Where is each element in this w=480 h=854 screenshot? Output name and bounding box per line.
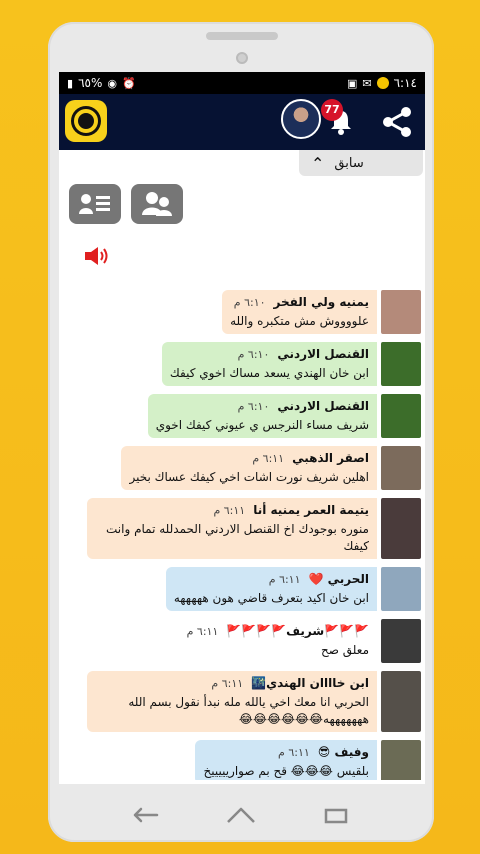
message-text: بلقيس 😂😂😂 قح بم صواريييييخ <box>203 764 369 778</box>
battery-icon: ▮ <box>67 76 74 90</box>
status-left: ▮ ٦٥% ◉ ⏰ <box>67 76 136 90</box>
message-bubble: القنصل الاردني ٦:١٠ م ابن خان الهندي يسعد … <box>161 342 377 386</box>
gallery-icon: ▣ <box>346 76 358 90</box>
message-time: ٦:١٠ م <box>237 348 270 361</box>
message-header: وفيف 😎 ٦:١١ م <box>203 744 369 761</box>
alarm-icon: ⏰ <box>121 76 136 90</box>
sender-name[interactable]: القنصل الاردني <box>277 398 369 415</box>
message-text: علووووش مش متكبره والله <box>230 314 369 328</box>
chevron-up-icon: ⌃ <box>311 153 325 173</box>
sender-name[interactable]: يتيمة العمر يمنيه أنا <box>253 502 369 519</box>
message-text: اهلين شريف نورت اشات اخي كيفك عساك بخير <box>129 470 369 484</box>
sender-name[interactable]: وفيف 😎 <box>318 744 369 761</box>
message-text: منوره بوجودك اخ القنصل الاردني الحمدلله … <box>106 522 369 553</box>
speaker-icon[interactable] <box>82 244 110 268</box>
sender-avatar[interactable] <box>381 342 421 386</box>
top-bar: 77 <box>59 94 425 150</box>
message-time: ٦:١٠ م <box>237 400 270 413</box>
sender-name[interactable]: يمنيه ولي الفخر <box>274 294 369 311</box>
app-logo-icon[interactable] <box>65 100 107 142</box>
group-button[interactable] <box>131 184 183 224</box>
message-bubble: يتيمة العمر يمنيه أنا ٦:١١ م منوره بوجودك … <box>87 498 377 559</box>
chat-message[interactable]: القنصل الاردني ٦:١٠ م شريف مساء النرجس ي ع… <box>147 394 421 438</box>
phone-frame: ▮ ٦٥% ◉ ⏰ ▣ ✉ ٦:١٤ 77 ⌃ سابق يمنيه ولي ا… <box>48 22 434 842</box>
sender-avatar[interactable] <box>381 671 421 732</box>
status-bar: ▮ ٦٥% ◉ ⏰ ▣ ✉ ٦:١٤ <box>59 72 425 94</box>
app-status-icon <box>376 77 389 89</box>
chat-message[interactable]: يتيمة العمر يمنيه أنا ٦:١١ م منوره بوجودك … <box>87 498 421 559</box>
sender-avatar[interactable] <box>381 619 421 663</box>
chat-message[interactable]: 🚩🚩🚩شريف🚩🚩🚩🚩 ٦:١١ م معلق صح <box>178 619 421 663</box>
phone-speaker <box>206 32 278 40</box>
back-icon[interactable] <box>129 805 163 825</box>
chat-message[interactable]: ابن خاااان الهندي🌃 ٦:١١ م الحربي انا معك ا… <box>87 671 421 732</box>
message-header: اصقر الذهبي ٦:١١ م <box>129 450 369 467</box>
message-time: ٦:١١ م <box>211 677 244 690</box>
contact-card-icon <box>79 194 110 214</box>
share-icon[interactable] <box>379 104 415 140</box>
previous-tab[interactable]: ⌃ سابق <box>299 150 423 176</box>
message-bubble: القنصل الاردني ٦:١٠ م شريف مساء النرجس ي ع… <box>147 394 377 438</box>
sender-name[interactable]: القنصل الاردني <box>277 346 369 363</box>
home-icon[interactable] <box>224 805 258 825</box>
message-text: الحربي انا معك اخي يالله مله نبدأ نقول ب… <box>128 695 369 726</box>
message-header: القنصل الاردني ٦:١٠ م <box>170 346 369 363</box>
message-header: يتيمة العمر يمنيه أنا ٦:١١ م <box>95 502 369 519</box>
contact-card-button[interactable] <box>69 184 121 224</box>
battery-percent: ٦٥% <box>78 76 103 90</box>
chat-messages: يمنيه ولي الفخر ٦:١٠ م علووووش مش متكبره و… <box>67 290 421 780</box>
message-header: الحربي ❤️ ٦:١١ م <box>174 571 369 588</box>
sender-name[interactable]: 🚩🚩🚩شريف🚩🚩🚩🚩 <box>226 623 369 640</box>
previous-label: سابق <box>334 155 364 171</box>
status-time: ٦:١٤ <box>393 76 417 90</box>
message-bubble: وفيف 😎 ٦:١١ م بلقيس 😂😂😂 قح بم صواريييييخ <box>195 740 377 780</box>
status-right: ▣ ✉ ٦:١٤ <box>347 76 417 90</box>
sender-name[interactable]: ابن خاااان الهندي🌃 <box>251 675 369 692</box>
chat-message[interactable]: يمنيه ولي الفخر ٦:١٠ م علووووش مش متكبره و… <box>222 290 421 334</box>
notification-badge: 77 <box>321 99 343 121</box>
sender-avatar[interactable] <box>381 567 421 611</box>
message-time: ٦:١٠ م <box>233 296 266 309</box>
message-header: القنصل الاردني ٦:١٠ م <box>156 398 369 415</box>
wifi-icon: ◉ <box>107 76 117 90</box>
message-time: ٦:١١ م <box>252 452 285 465</box>
message-text: معلق صح <box>321 643 369 657</box>
phone-camera <box>236 52 248 64</box>
profile-avatar[interactable] <box>281 99 321 139</box>
group-icon <box>142 192 172 216</box>
chat-message[interactable]: الحربي ❤️ ٦:١١ م ابن خان اكيد بتعرف قاضي ه… <box>165 567 421 611</box>
sender-avatar[interactable] <box>381 498 421 559</box>
message-time: ٦:١١ م <box>278 746 310 759</box>
message-icon: ✉ <box>362 76 372 90</box>
message-time: ٦:١١ م <box>186 625 219 638</box>
sender-name[interactable]: الحربي ❤️ <box>309 571 370 588</box>
message-text: ابن خان الهندي يسعد مساك اخوي كيفك <box>169 366 369 380</box>
message-time: ٦:١١ م <box>268 573 301 586</box>
message-bubble: 🚩🚩🚩شريف🚩🚩🚩🚩 ٦:١١ م معلق صح <box>178 619 377 663</box>
sender-avatar[interactable] <box>381 394 421 438</box>
message-text: شريف مساء النرجس ي عيوني كيفك اخوي <box>155 418 369 432</box>
message-header: 🚩🚩🚩شريف🚩🚩🚩🚩 ٦:١١ م <box>187 623 369 640</box>
navigation-bar <box>48 790 434 840</box>
chat-message[interactable]: وفيف 😎 ٦:١١ م بلقيس 😂😂😂 قح بم صواريييييخ <box>195 740 421 780</box>
message-bubble: الحربي ❤️ ٦:١١ م ابن خان اكيد بتعرف قاضي ه… <box>165 567 377 611</box>
message-bubble: يمنيه ولي الفخر ٦:١٠ م علووووش مش متكبره و… <box>222 290 377 334</box>
sender-name[interactable]: اصقر الذهبي <box>292 450 369 467</box>
message-header: ابن خاااان الهندي🌃 ٦:١١ م <box>95 675 369 692</box>
sender-avatar[interactable] <box>381 446 421 490</box>
screen: ▮ ٦٥% ◉ ⏰ ▣ ✉ ٦:١٤ 77 ⌃ سابق يمنيه ولي ا… <box>59 72 425 784</box>
message-bubble: اصقر الذهبي ٦:١١ م اهلين شريف نورت اشات اخ… <box>121 446 377 490</box>
sender-avatar[interactable] <box>381 740 421 780</box>
message-text: ابن خان اكيد بتعرف قاضي هون هههههه <box>173 591 369 605</box>
sender-avatar[interactable] <box>381 290 421 334</box>
message-bubble: ابن خاااان الهندي🌃 ٦:١١ م الحربي انا معك ا… <box>87 671 377 732</box>
chat-message[interactable]: اصقر الذهبي ٦:١١ م اهلين شريف نورت اشات اخ… <box>121 446 421 490</box>
message-time: ٦:١١ م <box>213 504 246 517</box>
recents-icon[interactable] <box>319 805 353 825</box>
chat-tools <box>69 184 183 224</box>
chat-message[interactable]: القنصل الاردني ٦:١٠ م ابن خان الهندي يسعد … <box>161 342 421 386</box>
message-header: يمنيه ولي الفخر ٦:١٠ م <box>230 294 369 311</box>
